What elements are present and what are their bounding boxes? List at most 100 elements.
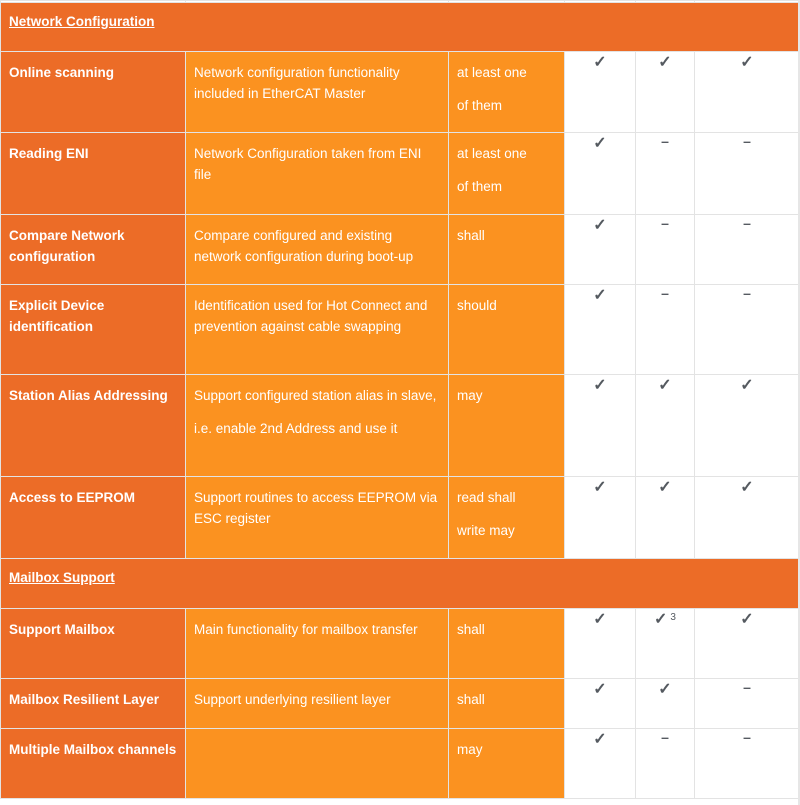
description-text: Compare configured and existing network … — [194, 228, 414, 264]
check-icon: ✓ — [740, 611, 754, 628]
description-cell: Network configuration functionality incl… — [185, 51, 449, 133]
check-icon: ✓ — [658, 54, 672, 71]
section-header-cell: Network Configuration — [0, 2, 800, 52]
requirement-cell: read shall write may — [448, 476, 565, 559]
requirement-text: read shall — [457, 490, 516, 505]
section-header-row: Mailbox Support — [0, 558, 800, 609]
feature-name: Explicit Device identification — [9, 298, 105, 334]
support-value-cell: – — [694, 678, 800, 729]
requirement-text: of them — [457, 179, 503, 194]
requirement-text: may — [457, 742, 483, 757]
check-icon: ✓ — [593, 611, 607, 628]
requirement-cell: should — [448, 284, 565, 375]
check-icon: ✓ — [654, 611, 668, 628]
description-wrap: Support routines to access EEPROM via ES… — [186, 477, 448, 529]
section-title-link[interactable]: Network Configuration — [9, 14, 155, 29]
table-row: Station Alias Addressing Support configur… — [0, 374, 800, 477]
feature-cell: Compare Network configuration — [0, 214, 186, 285]
support-value-cell: ✓ — [564, 284, 636, 375]
check-icon: ✓ — [593, 54, 607, 71]
dash-icon: – — [743, 729, 751, 745]
requirement-wrap: at least one of them — [449, 133, 564, 197]
dash-icon: – — [661, 133, 669, 149]
feature-name: Support Mailbox — [9, 622, 115, 637]
feature-name: Access to EEPROM — [9, 490, 136, 505]
feature-name: Station Alias Addressing — [9, 388, 168, 403]
feature-cell: Explicit Device identification — [0, 284, 186, 375]
description-cell: Compare configured and existing network … — [185, 214, 449, 285]
support-value-cell: – — [635, 132, 695, 215]
feature-table: Network Configuration Online scanning Netw… — [0, 0, 800, 799]
requirement-cell: may — [448, 728, 565, 799]
section-title-link[interactable]: Mailbox Support — [9, 570, 115, 585]
feature-cell: Mailbox Resilient Layer — [0, 678, 186, 729]
check-icon: ✓ — [658, 681, 672, 698]
check-icon: ✓ — [740, 479, 754, 496]
support-value-cell: ✓ 3 — [635, 608, 695, 679]
description-wrap: Identification used for Hot Connect and … — [186, 285, 448, 337]
check-icon: ✓ — [658, 479, 672, 496]
support-value-cell: ✓ — [564, 214, 636, 285]
support-value-cell: ✓ — [635, 476, 695, 559]
section-header-row: Network Configuration — [0, 2, 800, 52]
check-icon: ✓ — [740, 54, 754, 71]
footnote-reference[interactable]: 3 — [670, 612, 676, 623]
description-cell: Network Configuration taken from ENI fil… — [185, 132, 449, 215]
support-value-cell: ✓ — [635, 678, 695, 729]
support-value-cell: – — [635, 284, 695, 375]
description-cell: Main functionality for mailbox transfer — [185, 608, 449, 679]
feature-name: Compare Network configuration — [9, 228, 125, 264]
description-cell: Support underlying resilient layer — [185, 678, 449, 729]
check-icon: ✓ — [593, 217, 607, 234]
requirement-text: at least one — [457, 65, 527, 80]
requirement-cell: may — [448, 374, 565, 477]
requirement-wrap: shall — [449, 609, 564, 640]
check-icon: ✓ — [658, 377, 672, 394]
feature-cell: Support Mailbox — [0, 608, 186, 679]
support-value-cell: ✓ — [564, 132, 636, 215]
support-value-cell: ✓ — [564, 728, 636, 799]
description-wrap: Compare configured and existing network … — [186, 215, 448, 267]
support-value-cell: ✓ — [564, 476, 636, 559]
support-value-cell: ✓ — [564, 374, 636, 477]
description-wrap — [186, 729, 448, 739]
feature-table-body: Network Configuration Online scanning Netw… — [0, 0, 800, 799]
dash-icon: – — [743, 215, 751, 231]
description-text: Main functionality for mailbox transfer — [194, 622, 418, 637]
feature-cell: Access to EEPROM — [0, 476, 186, 559]
support-value-cell: ✓ — [635, 374, 695, 477]
requirement-wrap: may — [449, 375, 564, 406]
description-text: Support configured station alias in slav… — [194, 388, 437, 403]
table-row: Multiple Mailbox channels may ✓ – – — [0, 728, 800, 799]
feature-name: Mailbox Resilient Layer — [9, 692, 160, 707]
feature-cell: Station Alias Addressing — [0, 374, 186, 477]
check-icon: ✓ — [593, 731, 607, 748]
dash-icon: – — [661, 729, 669, 745]
support-value-cell: – — [694, 728, 800, 799]
description-text: Network configuration functionality incl… — [194, 65, 400, 101]
description-wrap: Support configured station alias in slav… — [186, 375, 448, 439]
dash-icon: – — [743, 679, 751, 695]
check-icon: ✓ — [593, 377, 607, 394]
requirement-cell: shall — [448, 608, 565, 679]
feature-cell: Online scanning — [0, 51, 186, 133]
requirement-wrap: read shall write may — [449, 477, 564, 541]
table-row: Mailbox Resilient Layer Support underlyin… — [0, 678, 800, 729]
description-text: Network Configuration taken from ENI fil… — [194, 146, 422, 182]
requirement-text: write may — [457, 523, 515, 538]
check-icon: ✓ — [593, 479, 607, 496]
feature-cell: Reading ENI — [0, 132, 186, 215]
feature-cell: Multiple Mailbox channels — [0, 728, 186, 799]
description-text: Support routines to access EEPROM via ES… — [194, 490, 438, 526]
support-value-cell: – — [694, 284, 800, 375]
table-row: Support Mailbox Main functionality for ma… — [0, 608, 800, 679]
section-header-cell: Mailbox Support — [0, 558, 800, 609]
support-value-cell: ✓ — [694, 608, 800, 679]
dash-icon: – — [743, 285, 751, 301]
description-cell — [185, 728, 449, 799]
dash-icon: – — [661, 285, 669, 301]
support-value-cell: ✓ — [694, 51, 800, 133]
requirement-text: shall — [457, 692, 485, 707]
support-value-cell: ✓ — [564, 608, 636, 679]
support-value-cell: ✓ — [694, 374, 800, 477]
